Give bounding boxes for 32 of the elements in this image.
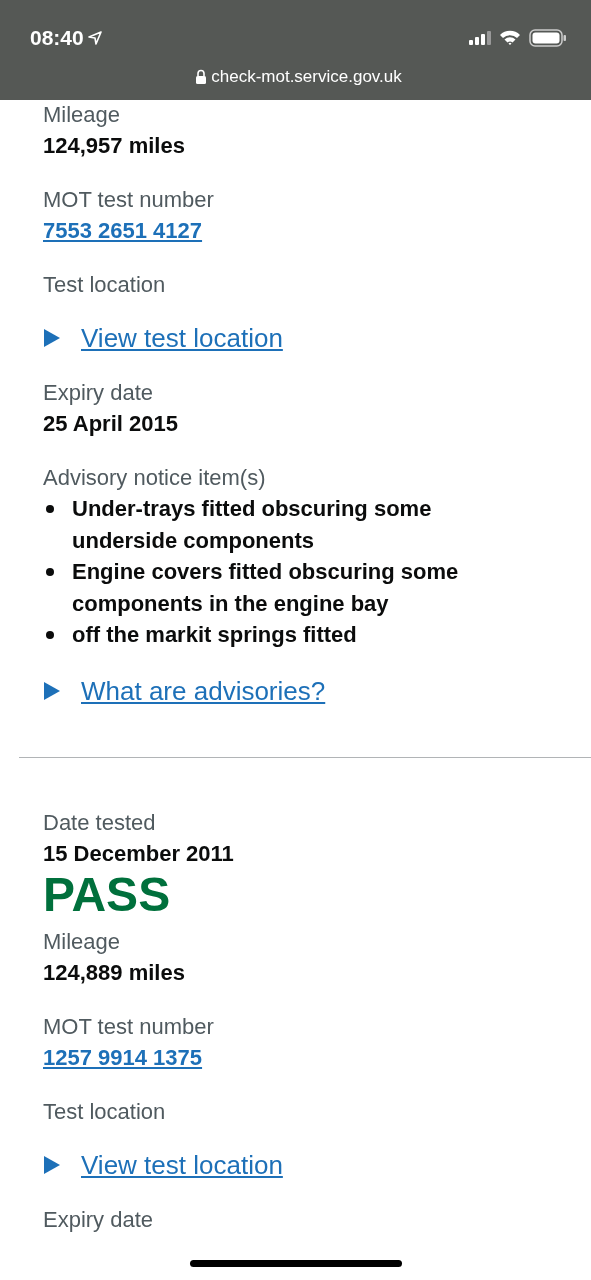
field-label: Test location: [43, 271, 167, 299]
field-label: Expiry date: [43, 379, 155, 407]
advisory-item: off the markit springs fitted: [72, 621, 357, 649]
details-link[interactable]: View test location: [81, 322, 283, 354]
field-label: Mileage: [43, 927, 122, 956]
battery-icon: [529, 28, 567, 47]
field-value: 124,957 miles: [43, 132, 186, 160]
details-link[interactable]: View test location: [81, 1148, 283, 1181]
status-time: 08:40: [30, 25, 84, 51]
signal-icon: [469, 30, 491, 45]
bullet-icon: [46, 568, 54, 576]
wifi-icon: [499, 29, 521, 46]
advisory-item: Under-trays fitted obscuring some underside components: [72, 495, 433, 555]
field-value: 124,889 miles: [43, 958, 186, 987]
field-value: 25 April 2015: [43, 410, 179, 438]
field-label: Advisory notice item(s): [43, 464, 267, 492]
field-label: Mileage: [43, 101, 122, 129]
bullet-icon: [46, 631, 54, 639]
result-text: PASS: [43, 868, 172, 921]
location-arrow-icon: [87, 30, 102, 45]
details-link[interactable]: What are advisories?: [81, 674, 326, 707]
field-label: MOT test number: [43, 1012, 215, 1041]
field-label: Expiry date: [43, 1205, 155, 1234]
lock-icon: [195, 68, 208, 84]
test-number-link[interactable]: 1257 9914 1375: [43, 1044, 203, 1070]
test-date: 15 December 2011: [43, 839, 235, 868]
url-text: check-mot.service.gov.uk: [211, 65, 402, 88]
field-label: MOT test number: [43, 186, 215, 214]
field-label: Test location: [43, 1097, 167, 1126]
bullet-icon: [46, 505, 54, 513]
test-number-link[interactable]: 7553 2651 4127: [43, 218, 203, 243]
date-label: Date tested: [43, 808, 157, 837]
